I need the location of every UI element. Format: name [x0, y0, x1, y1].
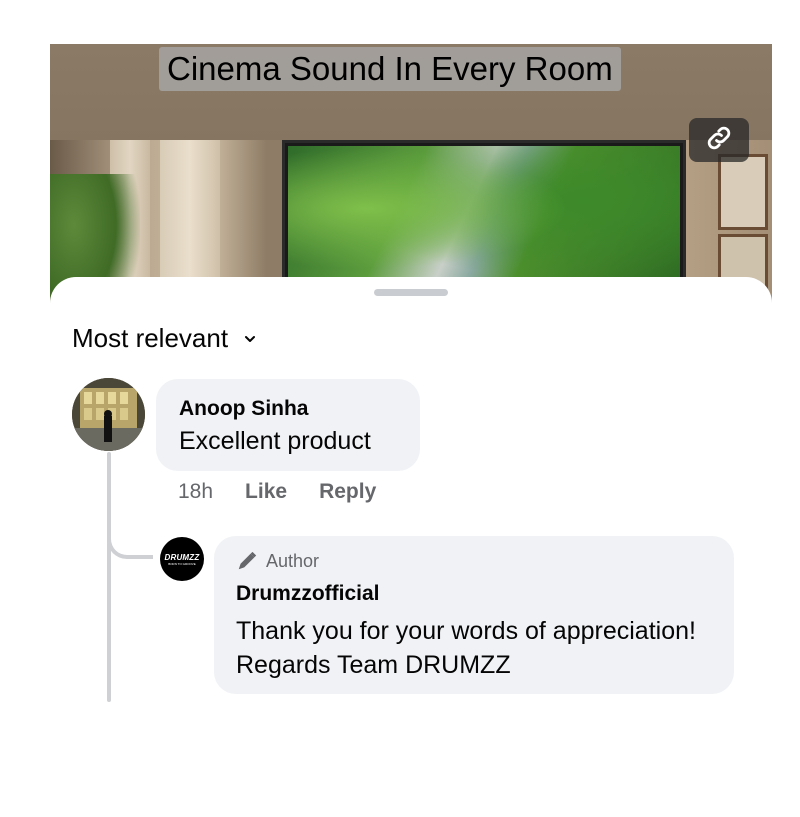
reply-text: Thank you for your words of appreciation…	[236, 617, 696, 679]
chevron-down-icon	[244, 335, 256, 343]
comment-author[interactable]: Anoop Sinha	[179, 397, 309, 421]
pen-icon	[236, 550, 258, 572]
sort-label: Most relevant	[72, 323, 229, 353]
thread-line	[107, 452, 111, 702]
reply-button[interactable]: Reply	[319, 480, 376, 504]
sheet-grabber[interactable]	[374, 289, 448, 296]
video-title: Cinema Sound In Every Room	[159, 47, 621, 91]
comment-timestamp[interactable]: 18h	[178, 480, 213, 504]
copy-link-button[interactable]	[689, 118, 749, 162]
avatar-logo: DRUMZZ	[164, 552, 200, 562]
comment-text: Excellent product	[179, 427, 371, 455]
like-button[interactable]: Like	[245, 480, 287, 504]
reply-bubble: Author Drumzzofficial Thank you for your…	[214, 536, 734, 694]
wall-frame	[718, 154, 768, 230]
author-badge: Author	[236, 550, 319, 572]
avatar[interactable]: DRUMZZ BORN TO GROOVE	[160, 537, 204, 581]
avatar[interactable]	[72, 378, 145, 451]
comment-actions: 18h Like Reply	[178, 480, 376, 504]
avatar-tagline: BORN TO GROOVE	[168, 561, 196, 566]
comments-sheet: Most relevant Anoop Sinha Excellent prod…	[50, 277, 772, 817]
comment-bubble: Anoop Sinha Excellent product	[156, 379, 420, 471]
reply-author[interactable]: Drumzzofficial	[236, 582, 380, 606]
reply-connector	[107, 517, 153, 559]
link-icon	[704, 123, 734, 158]
author-badge-label: Author	[266, 550, 320, 571]
sort-dropdown[interactable]: Most relevant	[72, 323, 256, 354]
